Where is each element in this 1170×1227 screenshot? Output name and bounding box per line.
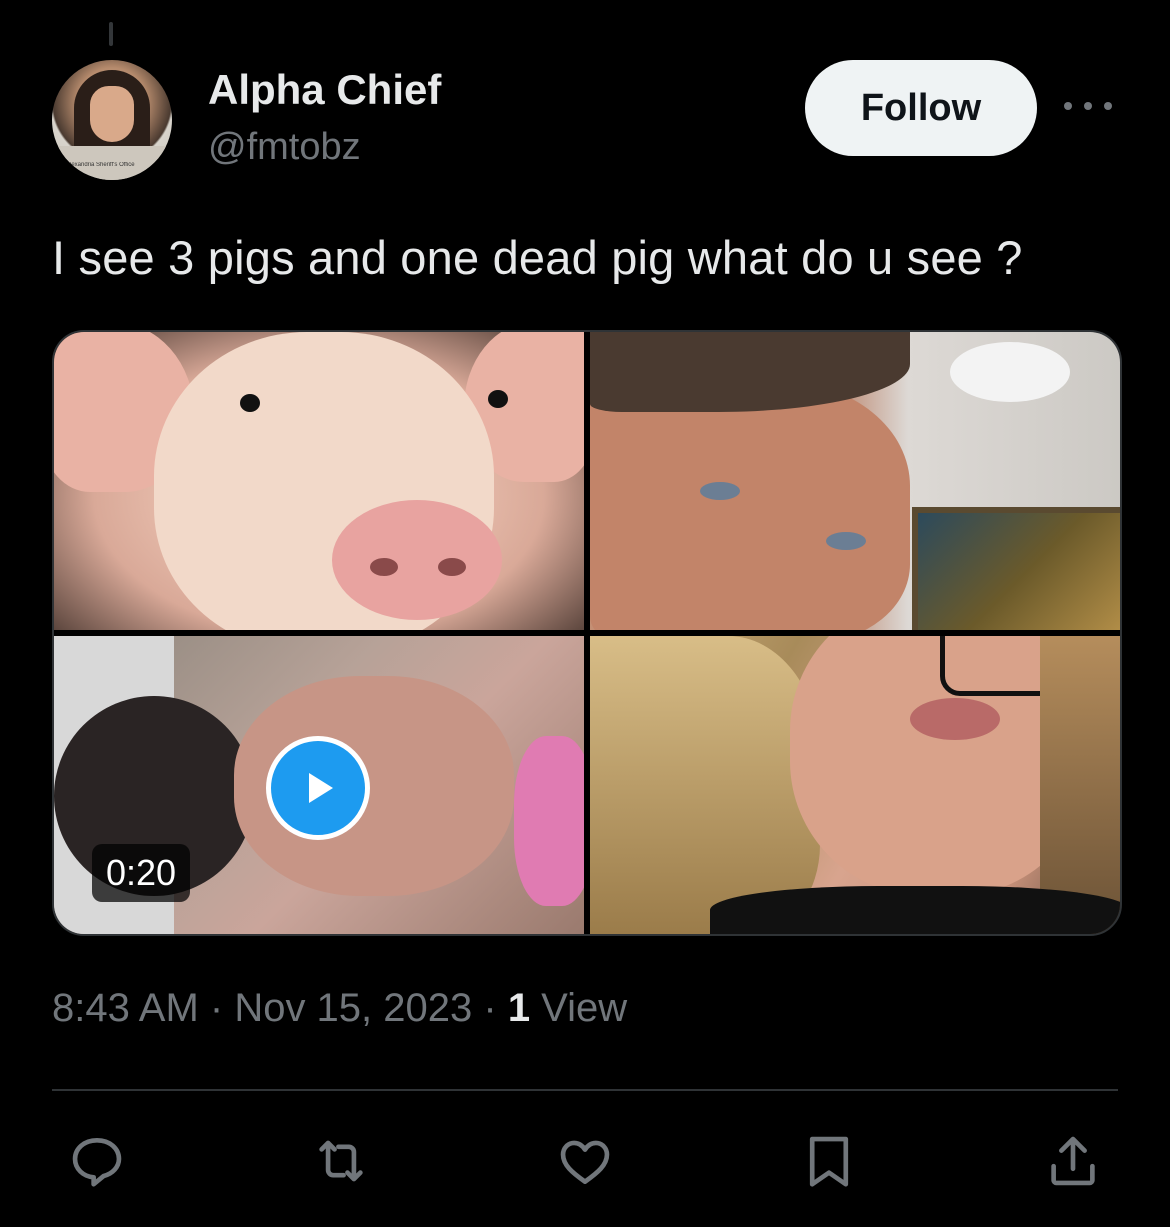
video-duration-badge: 0:20 bbox=[92, 844, 191, 902]
heart-icon bbox=[560, 1140, 610, 1184]
media-image-man-selfie[interactable] bbox=[590, 332, 1120, 630]
reply-button[interactable] bbox=[62, 1126, 132, 1196]
pig-nostril bbox=[438, 558, 466, 576]
tweet-meta: 8:43 AM · Nov 15, 2023 · 1 View bbox=[52, 986, 627, 1031]
man-eye bbox=[826, 532, 866, 550]
like-button[interactable] bbox=[550, 1126, 620, 1196]
share-icon bbox=[1051, 1136, 1095, 1186]
pig-nostril bbox=[370, 558, 398, 576]
man-face bbox=[590, 382, 910, 630]
wall-painting bbox=[912, 507, 1120, 630]
views-label[interactable]: View bbox=[530, 986, 627, 1030]
dot bbox=[1104, 102, 1112, 110]
follow-button[interactable]: Follow bbox=[805, 60, 1037, 156]
video-pink-toy bbox=[514, 736, 584, 906]
tweet-date[interactable]: Nov 15, 2023 bbox=[234, 986, 472, 1030]
retweet-icon bbox=[319, 1140, 363, 1182]
author-name[interactable]: Alpha Chief bbox=[208, 66, 441, 114]
pig-eye-right bbox=[488, 390, 508, 408]
media-video-thumbnail[interactable]: 0:20 bbox=[54, 636, 584, 934]
divider bbox=[52, 1089, 1118, 1091]
bookmark-button[interactable] bbox=[794, 1126, 864, 1196]
person-shirt bbox=[710, 886, 1120, 934]
more-options-icon[interactable] bbox=[1064, 90, 1112, 122]
man-eye bbox=[700, 482, 740, 500]
play-icon[interactable] bbox=[266, 736, 370, 840]
pig-snout bbox=[332, 500, 502, 620]
retweet-button[interactable] bbox=[306, 1126, 376, 1196]
media-image-pig[interactable] bbox=[54, 332, 584, 630]
person-lips bbox=[910, 698, 1000, 740]
avatar-face bbox=[90, 86, 134, 142]
man-hair bbox=[590, 332, 910, 412]
author-handle[interactable]: @fmtobz bbox=[208, 126, 361, 169]
meta-separator: · bbox=[472, 986, 508, 1030]
media-image-long-hair-person[interactable] bbox=[590, 636, 1120, 934]
tweet-time[interactable]: 8:43 AM bbox=[52, 986, 199, 1030]
dot bbox=[1064, 102, 1072, 110]
share-button[interactable] bbox=[1038, 1126, 1108, 1196]
media-grid: 0:20 bbox=[52, 330, 1122, 936]
ceiling-lamp bbox=[950, 342, 1070, 402]
bookmark-icon bbox=[809, 1136, 849, 1187]
avatar-caption: Alexandria Sheriff's Office bbox=[66, 162, 135, 168]
tweet-text: I see 3 pigs and one dead pig what do u … bbox=[52, 231, 1023, 284]
reply-icon bbox=[72, 1138, 122, 1187]
thread-connector-line bbox=[109, 22, 113, 46]
views-count[interactable]: 1 bbox=[508, 986, 530, 1030]
meta-separator: · bbox=[198, 986, 235, 1030]
play-triangle-icon bbox=[309, 773, 333, 803]
dot bbox=[1084, 102, 1092, 110]
pig-eye-left bbox=[240, 394, 260, 412]
avatar[interactable]: Alexandria Sheriff's Office bbox=[52, 60, 172, 180]
